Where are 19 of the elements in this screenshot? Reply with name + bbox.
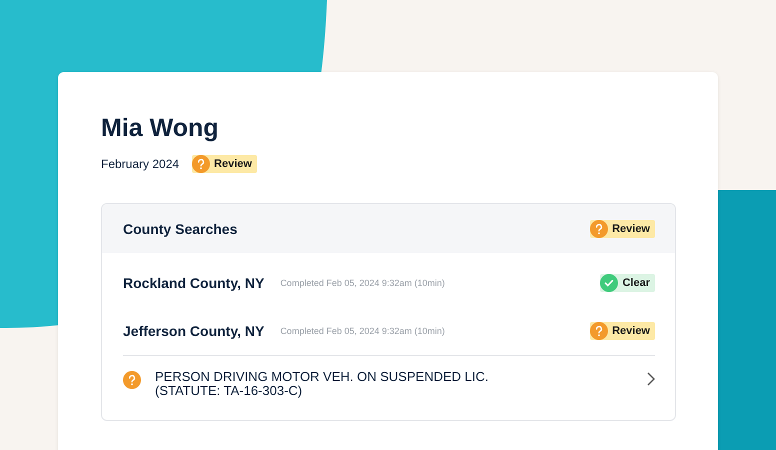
check-icon xyxy=(600,274,618,292)
chevron-right-icon xyxy=(647,372,655,386)
status-badge: Review xyxy=(590,322,655,340)
question-icon xyxy=(590,220,608,238)
status-badge: Review xyxy=(192,155,257,173)
candidate-name: Mia Wong xyxy=(101,113,220,144)
county-name: Rockland County, NY xyxy=(123,275,264,291)
completion-time: Completed Feb 05, 2024 9:32am (10min) xyxy=(280,326,446,336)
question-icon xyxy=(192,155,210,173)
county-name: Jefferson County, NY xyxy=(123,323,264,339)
status-badge: Clear xyxy=(600,274,655,292)
report-period: February 2024 xyxy=(101,157,180,171)
charge-item[interactable]: PERSON DRIVING MOTOR VEH. ON SUSPENDED LIC. (STATUTE: TA-16-303-C) xyxy=(123,355,655,420)
status-badge: Review xyxy=(590,220,655,238)
charge-text: PERSON DRIVING MOTOR VEH. ON SUSPENDED LIC. xyxy=(155,370,490,384)
charge-text: (STATUTE: TA-16-303-C) xyxy=(155,384,304,398)
section-title: County Searches xyxy=(123,220,238,236)
completion-time: Completed Feb 05, 2024 9:32am (10min) xyxy=(280,278,446,288)
question-icon xyxy=(590,322,608,340)
